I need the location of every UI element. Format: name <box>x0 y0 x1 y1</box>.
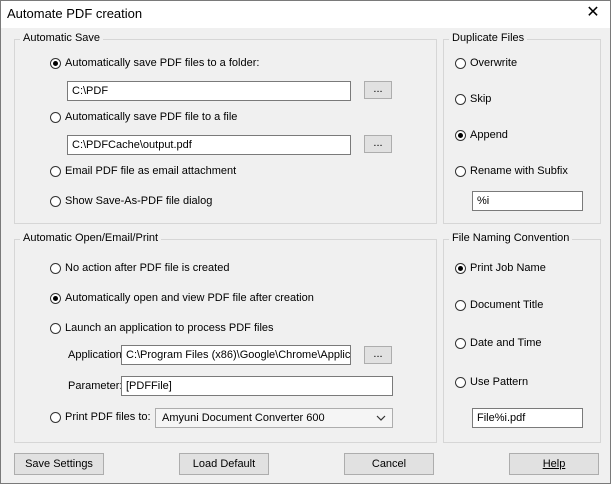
radio-label: Append <box>470 129 508 141</box>
radio-save-as-dialog[interactable]: Show Save-As-PDF file dialog <box>50 195 212 207</box>
parameter-label: Parameter: <box>68 380 123 392</box>
save-settings-button[interactable]: Save Settings <box>14 453 104 475</box>
radio-indicator[interactable] <box>50 111 61 123</box>
radio-use-pattern[interactable]: Use Pattern <box>455 376 528 388</box>
radio-launch-application[interactable]: Launch an application to process PDF fil… <box>50 322 274 334</box>
radio-label: Document Title <box>470 299 544 311</box>
radio-append[interactable]: Append <box>455 129 508 141</box>
radio-skip[interactable]: Skip <box>455 93 491 105</box>
radio-overwrite[interactable]: Overwrite <box>455 57 517 69</box>
radio-print-pdf[interactable]: Print PDF files to: <box>50 411 151 423</box>
folder-path-input[interactable]: C:\PDF <box>67 81 351 101</box>
radio-label: Use Pattern <box>470 376 529 388</box>
radio-document-title[interactable]: Document Title <box>455 299 543 311</box>
close-icon[interactable]: ✕ <box>584 4 602 22</box>
radio-indicator[interactable] <box>455 299 466 311</box>
radio-indicator[interactable] <box>455 337 466 349</box>
radio-indicator[interactable] <box>50 195 61 207</box>
help-button[interactable]: Help <box>509 453 599 475</box>
radio-label: Print Job Name <box>470 262 546 274</box>
dialog-window: Automate PDF creation ✕ Automatic Save A… <box>0 0 611 484</box>
radio-label: Email PDF file as email attachment <box>65 165 237 177</box>
open-email-print-title: Automatic Open/Email/Print <box>20 232 162 244</box>
pattern-input[interactable]: File%i.pdf <box>472 408 583 428</box>
radio-indicator[interactable] <box>455 165 466 177</box>
application-input[interactable]: C:\Program Files (x86)\Google\Chrome\App… <box>121 345 351 365</box>
help-button-label: Help <box>542 458 566 470</box>
radio-label: Skip <box>470 93 492 105</box>
radio-indicator[interactable] <box>50 262 61 274</box>
load-default-button[interactable]: Load Default <box>179 453 269 475</box>
file-naming-title: File Naming Convention <box>449 232 573 244</box>
radio-indicator[interactable] <box>50 411 61 423</box>
radio-date-time[interactable]: Date and Time <box>455 337 542 349</box>
radio-label: Date and Time <box>470 337 542 349</box>
cancel-button[interactable]: Cancel <box>344 453 434 475</box>
subfix-input[interactable]: %i <box>472 191 583 211</box>
application-label: Application: <box>68 349 125 361</box>
radio-indicator[interactable] <box>455 93 466 105</box>
radio-indicator[interactable] <box>455 262 466 274</box>
radio-label: No action after PDF file is created <box>65 262 230 274</box>
window-title: Automate PDF creation <box>7 6 143 21</box>
title-bar: Automate PDF creation ✕ <box>1 1 610 28</box>
printer-select-value: Amyuni Document Converter 600 <box>162 412 325 424</box>
radio-label: Print PDF files to: <box>65 411 151 423</box>
radio-print-job-name[interactable]: Print Job Name <box>455 262 546 274</box>
radio-indicator[interactable] <box>50 57 61 69</box>
radio-indicator[interactable] <box>50 322 61 334</box>
printer-select[interactable]: Amyuni Document Converter 600 <box>155 408 393 428</box>
radio-indicator[interactable] <box>50 292 61 304</box>
radio-label: Show Save-As-PDF file dialog <box>65 195 213 207</box>
radio-label: Automatically save PDF file to a file <box>65 111 238 123</box>
radio-label: Launch an application to process PDF fil… <box>65 322 274 334</box>
radio-indicator[interactable] <box>50 165 61 177</box>
radio-save-to-file[interactable]: Automatically save PDF file to a file <box>50 111 237 123</box>
radio-rename-subfix[interactable]: Rename with Subfix <box>455 165 568 177</box>
radio-label: Rename with Subfix <box>470 165 568 177</box>
parameter-input[interactable]: [PDFFile] <box>121 376 393 396</box>
radio-email-attachment[interactable]: Email PDF file as email attachment <box>50 165 236 177</box>
browse-file-button[interactable]: ... <box>364 135 392 153</box>
radio-label: Overwrite <box>470 57 518 69</box>
file-path-input[interactable]: C:\PDFCache\output.pdf <box>67 135 351 155</box>
radio-open-view[interactable]: Automatically open and view PDF file aft… <box>50 292 314 304</box>
browse-application-button[interactable]: ... <box>364 346 392 364</box>
radio-no-action[interactable]: No action after PDF file is created <box>50 262 229 274</box>
radio-indicator[interactable] <box>455 129 466 141</box>
browse-folder-button[interactable]: ... <box>364 81 392 99</box>
radio-indicator[interactable] <box>455 57 466 69</box>
automatic-save-title: Automatic Save <box>20 32 104 44</box>
radio-save-to-folder[interactable]: Automatically save PDF files to a folder… <box>50 57 259 69</box>
radio-label: Automatically open and view PDF file aft… <box>65 292 314 304</box>
duplicate-files-title: Duplicate Files <box>449 32 528 44</box>
radio-label: Automatically save PDF files to a folder… <box>65 57 260 69</box>
radio-indicator[interactable] <box>455 376 466 388</box>
chevron-down-icon <box>376 415 386 421</box>
